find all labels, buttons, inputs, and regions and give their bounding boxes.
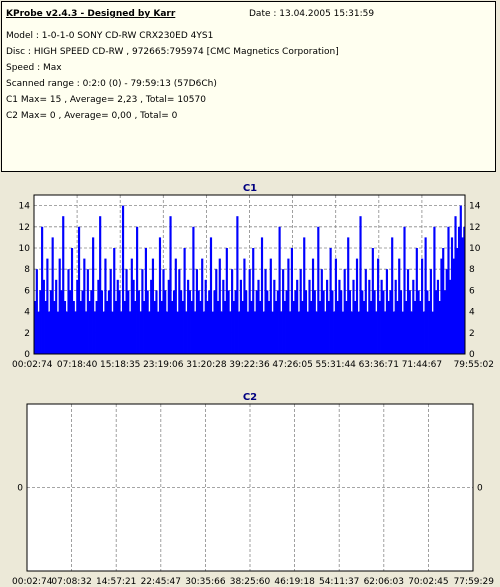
c2-ytick-right: 0 <box>477 484 483 494</box>
c1-ytick-left: 12 <box>19 223 30 233</box>
c1-xtick: 63:36:71 <box>359 360 399 370</box>
c2-xtick: 22:45:47 <box>141 577 181 587</box>
disc-line: Disc : HIGH SPEED CD-RW , 972665:795974 … <box>6 47 339 57</box>
c2-ytick-left: 0 <box>17 484 23 494</box>
c1-xtick: 23:19:06 <box>143 360 184 370</box>
scan-date: Date : 13.04.2005 15:31:59 <box>249 9 375 19</box>
c2-xtick: 62:06:03 <box>364 577 404 587</box>
c2-xtick: 54:11:37 <box>319 577 359 587</box>
c1-ytick-left: 4 <box>24 308 30 318</box>
c1-ytick-right: 12 <box>469 223 480 233</box>
c1-ytick-right: 14 <box>469 202 481 212</box>
c1-xtick: 39:22:36 <box>229 360 270 370</box>
speed-line: Speed : Max <box>6 63 62 73</box>
c1-ytick-right: 2 <box>469 329 475 339</box>
c2-xtick: 46:19:18 <box>274 577 315 587</box>
c1-xtick: 31:20:28 <box>186 360 227 370</box>
c2-summary-line: C2 Max= 0 , Average= 0,00 , Total= 0 <box>6 111 178 121</box>
c1-ytick-left: 0 <box>24 350 30 360</box>
model-line: Model : 1-0-1-0 SONY CD-RW CRX230ED 4YS1 <box>6 31 214 41</box>
c1-xtick: 15:18:35 <box>100 360 140 370</box>
c1-xtick: 55:31:44 <box>315 360 356 370</box>
c1-ytick-right: 6 <box>469 286 475 296</box>
c1-xtick: 79:55:02 <box>454 360 494 370</box>
c2-xtick: 30:35:66 <box>185 577 226 587</box>
c2-xtick: 07:08:32 <box>51 577 91 587</box>
c2-xtick: 77:59:29 <box>454 577 495 587</box>
c1-ytick-right: 10 <box>469 244 481 254</box>
c2-xtick: 00:02:74 <box>12 577 53 587</box>
c1-xtick: 07:18:40 <box>57 360 98 370</box>
c2-title: C2 <box>243 392 257 403</box>
c2-xtick: 14:57:21 <box>96 577 136 587</box>
c1-title: C1 <box>243 183 257 194</box>
c1-ytick-right: 8 <box>469 265 475 275</box>
c1-ytick-left: 10 <box>19 244 31 254</box>
c2-chart: C2 0 0 00:02:7407:08:32 14:57:21 22:45:47 30:3… <box>12 392 495 587</box>
c1-summary-line: C1 Max= 15 , Average= 2,23 , Total= 1057… <box>6 95 206 105</box>
app-title: KProbe v2.4.3 - Designed by Karr <box>6 9 176 19</box>
c1-ytick-right: 0 <box>469 350 475 360</box>
c1-ytick-left: 8 <box>24 265 30 275</box>
c2-xtick: 70:02:45 <box>408 577 448 587</box>
c1-ytick-left: 14 <box>19 202 31 212</box>
scanned-range-line: Scanned range : 0:2:0 (0) - 79:59:13 (57… <box>6 79 217 89</box>
c1-xtick: 47:26:05 <box>272 360 312 370</box>
c1-ytick-right: 4 <box>469 308 475 318</box>
c1-xtick: 71:44:67 <box>402 360 442 370</box>
c1-ytick-left: 2 <box>24 329 30 339</box>
info-panel: KProbe v2.4.3 - Designed by Karr Date : … <box>1 1 496 172</box>
c1-xtick: 00:02:74 <box>12 360 53 370</box>
c1-chart: C1 0 0 2 2 4 4 6 6 8 8 10 10 12 12 14 14 00:02:74 07:18:40… <box>12 183 494 370</box>
c1-ytick-left: 6 <box>24 286 30 296</box>
c2-xtick: 38:25:60 <box>230 577 271 587</box>
